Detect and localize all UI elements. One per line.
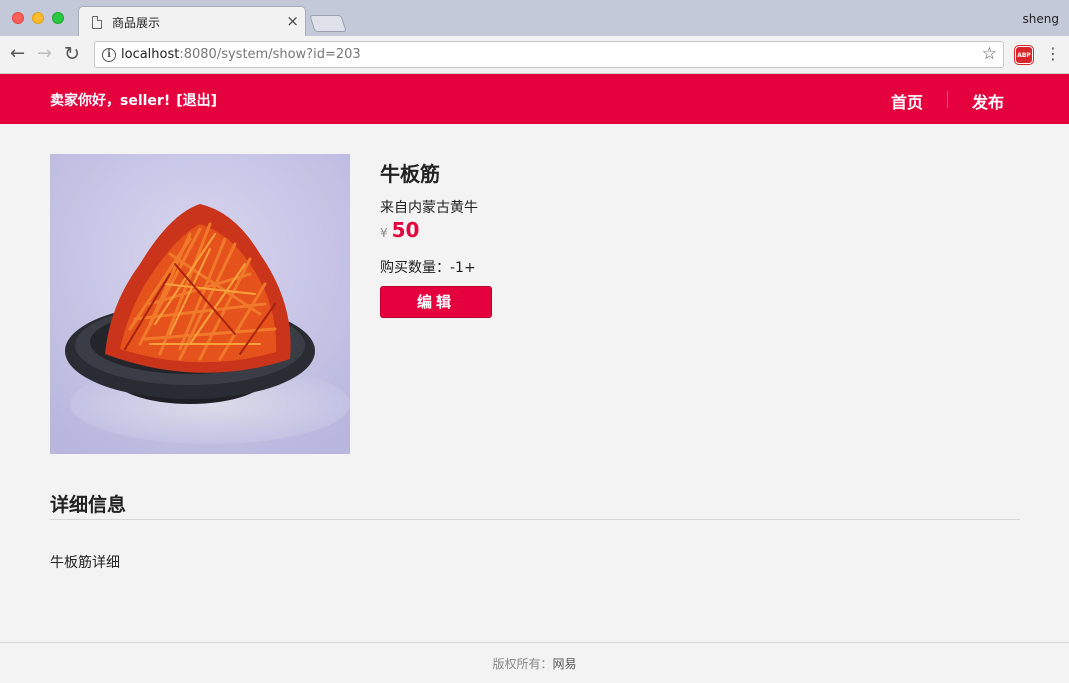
browser-titlebar: 商品展示 × sheng [0,0,1069,36]
window-minimize-button[interactable] [32,12,44,24]
site-info-icon[interactable]: i [102,48,116,62]
detail-divider [50,519,1020,520]
site-header: 卖家你好，seller! [退出] 首页 发布 [0,74,1069,124]
detail-text: 牛板筋详细 [50,555,120,571]
currency-symbol: ¥ [380,226,388,240]
nav-home-link[interactable]: 首页 [891,89,923,113]
quantity-label: 购买数量： [380,260,450,276]
address-bar[interactable]: i localhost:8080/system/show?id=203 ☆ [94,41,1004,68]
forward-arrow-icon[interactable]: → [37,44,52,64]
quantity-stepper[interactable]: -1+ [450,260,476,276]
url-text[interactable]: localhost:8080/system/show?id=203 [121,47,361,62]
welcome-prefix: 卖家你好， [50,93,120,109]
window-close-button[interactable] [12,12,24,24]
logout-link[interactable]: [退出] [176,93,217,109]
detail-heading: 详细信息 [50,494,127,516]
quantity-row: 购买数量：-1+ [380,257,476,277]
profile-name[interactable]: sheng [1023,12,1059,26]
browser-toolbar: ← → ↻ i localhost:8080/system/show?id=20… [0,36,1069,74]
footer: 版权所有：网易 [0,642,1069,683]
tab-title: 商品展示 [112,16,161,30]
product-image [50,154,350,454]
welcome-message: 卖家你好，seller! [退出] [50,90,217,110]
page-icon [92,16,102,29]
nav-publish-link[interactable]: 发布 [972,89,1004,113]
copyright-label: 版权所有： [492,657,553,671]
url-path: :8080/system/show?id=203 [179,47,361,62]
back-arrow-icon[interactable]: ← [10,44,25,64]
adblock-icon[interactable]: ABP [1015,46,1033,64]
tab-close-icon[interactable]: × [286,12,299,30]
food-image [50,154,350,454]
browser-menu-icon[interactable]: ⋮ [1045,44,1061,64]
product-price: ¥50 [380,218,419,242]
bookmark-star-icon[interactable]: ☆ [982,44,997,64]
url-host: localhost [121,47,180,62]
nav-divider [947,91,948,108]
product-summary: 来自内蒙古黄牛 [380,200,478,216]
username: seller! [120,93,171,109]
product-title: 牛板筋 [380,162,440,186]
footer-brand: 网易 [552,657,577,671]
reload-icon[interactable]: ↻ [64,44,80,64]
price-value: 50 [391,218,420,242]
new-tab-button[interactable] [309,15,347,32]
window-maximize-button[interactable] [52,12,64,24]
edit-button[interactable]: 编辑 [380,286,492,318]
browser-tab[interactable]: 商品展示 × [78,6,306,36]
